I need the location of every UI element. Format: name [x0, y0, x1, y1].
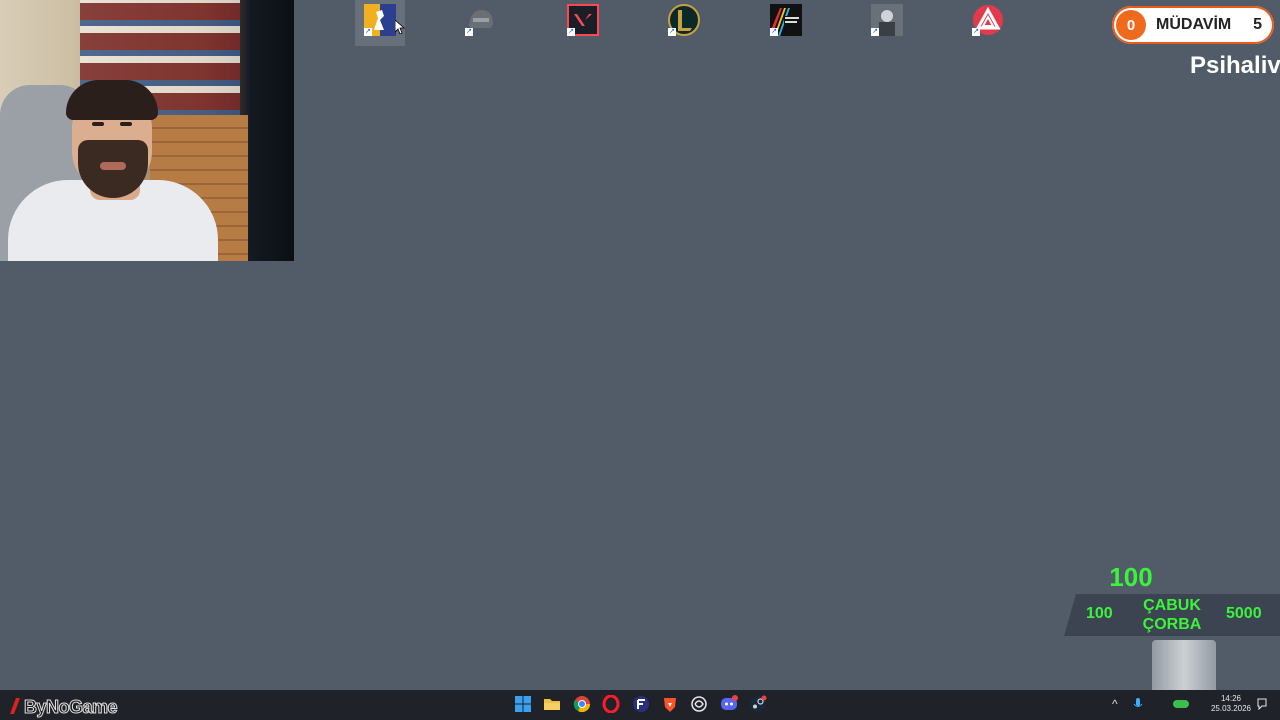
scrolling-text: Psihaliv — [1190, 52, 1280, 79]
league-of-legends-icon[interactable]: ↗ — [668, 4, 700, 36]
bynogame-logo-icon — [10, 698, 20, 714]
clock-date: 25.03.2026 — [1210, 704, 1252, 713]
goal-title-line: ÇORBA — [1142, 616, 1202, 633]
counter-strike-icon[interactable]: ↗ — [364, 4, 396, 36]
windows-start-icon[interactable] — [514, 695, 532, 713]
shortcut-arrow-icon: ↗ — [364, 28, 372, 36]
pubg-helmet-icon[interactable]: ↗ — [465, 4, 497, 36]
microphone-icon[interactable] — [1133, 698, 1143, 710]
loyalty-badge: 0 — [1116, 10, 1146, 40]
goal-max: 5000 — [1226, 605, 1262, 622]
loyalty-widget: 0 MÜDAVİM 5 — [1112, 6, 1274, 44]
streamer-eye — [120, 122, 132, 126]
webcam-overlay — [0, 0, 294, 261]
goal-current: 100 — [1109, 562, 1153, 592]
chatgpt-icon[interactable] — [690, 695, 708, 713]
goal-title: ÇABUK ÇORBA — [1134, 596, 1210, 634]
shortcut-arrow-icon: ↗ — [770, 28, 778, 36]
shortcut-arrow-icon: ↗ — [871, 28, 879, 36]
shortcut-arrow-icon: ↗ — [668, 28, 676, 36]
system-clock[interactable]: 14:26 25.03.2026 — [1210, 694, 1252, 714]
arc-raiders-icon[interactable]: ↗ — [770, 4, 802, 36]
shortcut-arrow-icon: ↗ — [567, 28, 575, 36]
shortcut-arrow-icon: ↗ — [972, 28, 980, 36]
loyalty-label: MÜDAVİM — [1156, 16, 1232, 33]
red-triangle-app-icon[interactable]: ↗ — [972, 4, 1004, 36]
valorant-icon[interactable]: ↗ — [567, 4, 599, 36]
brand-watermark: ByNoGame — [23, 697, 118, 718]
notification-icon[interactable] — [1256, 698, 1268, 710]
streamer-hair — [66, 80, 158, 120]
loyalty-count: 5 — [1253, 16, 1262, 33]
clock-time: 14:26 — [1220, 694, 1242, 703]
shortcut-arrow-icon: ↗ — [465, 28, 473, 36]
goal-min: 100 — [1086, 605, 1113, 622]
goal-title-line: ÇABUK — [1143, 597, 1201, 614]
tray-overflow-chevron-icon[interactable]: ^ — [1112, 697, 1118, 711]
soldier-game-icon[interactable]: ↗ — [871, 4, 903, 36]
custom-app-icon[interactable] — [632, 695, 650, 713]
file-explorer-icon[interactable] — [543, 695, 561, 713]
mouse-cursor-icon — [395, 20, 405, 34]
steam-icon[interactable] — [749, 695, 767, 713]
xbox-controller-icon[interactable] — [1172, 698, 1190, 710]
brave-icon[interactable] — [661, 695, 679, 713]
discord-icon[interactable] — [720, 695, 738, 713]
streamer-mouth — [100, 162, 126, 170]
opera-icon[interactable] — [602, 695, 620, 713]
chrome-icon[interactable] — [573, 695, 591, 713]
streamer-eye — [92, 122, 104, 126]
